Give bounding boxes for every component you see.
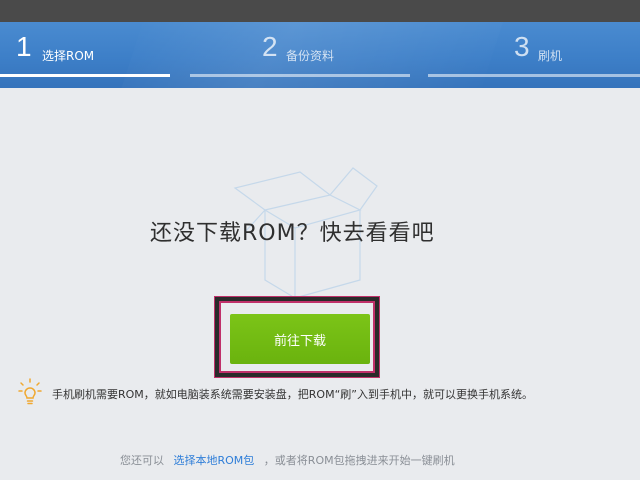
step-progress-bar: [190, 74, 410, 77]
local-rom-hint: 您还可以 选择本地ROM包 ，或者将ROM包拖拽进来开始一键刷机: [120, 452, 600, 468]
lightbulb-icon: [18, 378, 42, 405]
rom-tip: 手机刷机需要ROM，就如电脑装系统需要安装盘，把ROM“刷”入到手机中，就可以更…: [18, 378, 618, 412]
step-3-flash[interactable]: 3 刷机: [428, 22, 640, 88]
step-label: 备份资料: [286, 49, 335, 63]
hint-prefix: 您还可以: [120, 454, 164, 467]
go-download-button[interactable]: 前往下载: [230, 314, 370, 364]
tip-text: 手机刷机需要ROM，就如电脑装系统需要安装盘，把ROM“刷”入到手机中，就可以更…: [52, 388, 533, 401]
step-number: 3: [514, 31, 530, 62]
step-progress-bar: [0, 74, 170, 77]
step-number: 1: [16, 31, 32, 62]
step-label: 选择ROM: [42, 49, 95, 63]
step-2-backup-data[interactable]: 2 备份资料: [190, 22, 410, 88]
step-progress-bar: [428, 74, 640, 77]
step-progress-header: 1 选择ROM 2 备份资料 3 刷机: [0, 22, 640, 88]
no-rom-headline: 还没下载ROM？快去看看吧: [150, 221, 435, 246]
window-top-bar: [0, 0, 640, 22]
select-local-rom-link[interactable]: 选择本地ROM包: [174, 454, 255, 467]
step-label: 刷机: [538, 49, 563, 63]
step-1-select-rom[interactable]: 1 选择ROM: [0, 22, 170, 88]
hint-suffix: ，或者将ROM包拖拽进来开始一键刷机: [263, 454, 455, 467]
step-number: 2: [262, 31, 278, 62]
